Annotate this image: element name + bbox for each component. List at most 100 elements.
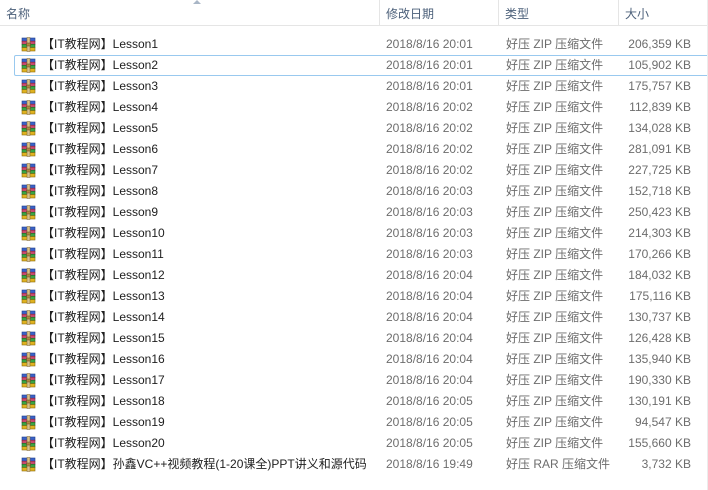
file-size: 170,266 KB (628, 247, 691, 261)
file-date: 2018/8/16 20:01 (386, 58, 473, 72)
file-type: 好压 ZIP 压缩文件 (506, 79, 604, 93)
file-date: 2018/8/16 20:01 (386, 79, 473, 93)
file-date: 2018/8/16 20:04 (386, 289, 473, 303)
file-row[interactable]: 【IT教程网】Lesson3 2018/8/16 20:01 好压 ZIP 压缩… (14, 76, 708, 97)
winrar-archive-icon (21, 121, 36, 136)
file-size: 175,757 KB (628, 79, 691, 93)
file-row[interactable]: 【IT教程网】Lesson17 2018/8/16 20:04 好压 ZIP 压… (14, 370, 708, 391)
column-header-bar: 名称 修改日期 类型 大小 (0, 0, 708, 26)
file-size: 126,428 KB (628, 331, 691, 345)
column-header-size[interactable]: 大小 (619, 0, 700, 25)
file-size: 184,032 KB (628, 268, 691, 282)
winrar-archive-icon (21, 394, 36, 409)
file-name: 【IT教程网】Lesson17 (42, 373, 165, 387)
file-row[interactable]: 【IT教程网】Lesson19 2018/8/16 20:05 好压 ZIP 压… (14, 412, 708, 433)
file-size: 135,940 KB (628, 352, 691, 366)
file-name: 【IT教程网】Lesson13 (42, 289, 165, 303)
winrar-archive-icon (21, 310, 36, 325)
file-name: 【IT教程网】Lesson19 (42, 415, 165, 429)
column-header-date[interactable]: 修改日期 (380, 0, 499, 25)
file-type: 好压 ZIP 压缩文件 (506, 373, 604, 387)
column-header-name[interactable]: 名称 (0, 0, 380, 25)
file-row[interactable]: 【IT教程网】Lesson7 2018/8/16 20:02 好压 ZIP 压缩… (14, 160, 708, 181)
winrar-archive-icon (21, 100, 36, 115)
winrar-archive-icon (21, 184, 36, 199)
file-type: 好压 ZIP 压缩文件 (506, 100, 604, 114)
file-name: 【IT教程网】Lesson12 (42, 268, 165, 282)
file-date: 2018/8/16 20:01 (386, 37, 473, 51)
file-row[interactable]: 【IT教程网】Lesson11 2018/8/16 20:03 好压 ZIP 压… (14, 244, 708, 265)
file-type: 好压 ZIP 压缩文件 (506, 352, 604, 366)
file-type: 好压 ZIP 压缩文件 (506, 268, 604, 282)
file-date: 2018/8/16 20:03 (386, 205, 473, 219)
file-size: 190,330 KB (628, 373, 691, 387)
file-row[interactable]: 【IT教程网】Lesson18 2018/8/16 20:05 好压 ZIP 压… (14, 391, 708, 412)
file-name: 【IT教程网】Lesson15 (42, 331, 165, 345)
winrar-archive-icon (21, 205, 36, 220)
file-size: 152,718 KB (628, 184, 691, 198)
winrar-archive-icon (21, 58, 36, 73)
file-type: 好压 ZIP 压缩文件 (506, 247, 604, 261)
file-size: 105,902 KB (628, 58, 691, 72)
file-row[interactable]: 【IT教程网】Lesson9 2018/8/16 20:03 好压 ZIP 压缩… (14, 202, 708, 223)
file-date: 2018/8/16 20:05 (386, 394, 473, 408)
file-name: 【IT教程网】Lesson3 (42, 79, 159, 93)
file-name: 【IT教程网】Lesson10 (42, 226, 165, 240)
file-type: 好压 ZIP 压缩文件 (506, 205, 604, 219)
winrar-archive-icon (21, 415, 36, 430)
file-name: 【IT教程网】Lesson16 (42, 352, 165, 366)
file-row[interactable]: 【IT教程网】Lesson16 2018/8/16 20:04 好压 ZIP 压… (14, 349, 708, 370)
file-row[interactable]: 【IT教程网】Lesson20 2018/8/16 20:05 好压 ZIP 压… (14, 433, 708, 454)
file-date: 2018/8/16 20:05 (386, 436, 473, 450)
file-row[interactable]: 【IT教程网】Lesson10 2018/8/16 20:03 好压 ZIP 压… (14, 223, 708, 244)
file-row[interactable]: 【IT教程网】Lesson14 2018/8/16 20:04 好压 ZIP 压… (14, 307, 708, 328)
winrar-archive-icon (21, 37, 36, 52)
file-name: 【IT教程网】Lesson1 (42, 37, 159, 51)
file-type: 好压 ZIP 压缩文件 (506, 394, 604, 408)
winrar-archive-icon (21, 331, 36, 346)
file-row[interactable]: 【IT教程网】Lesson1 2018/8/16 20:01 好压 ZIP 压缩… (14, 34, 708, 55)
file-size: 3,732 KB (641, 457, 691, 471)
file-type: 好压 ZIP 压缩文件 (506, 163, 604, 177)
file-row[interactable]: 【IT教程网】Lesson6 2018/8/16 20:02 好压 ZIP 压缩… (14, 139, 708, 160)
file-date: 2018/8/16 20:03 (386, 184, 473, 198)
file-type: 好压 RAR 压缩文件 (506, 457, 611, 471)
file-type: 好压 ZIP 压缩文件 (506, 184, 604, 198)
file-row[interactable]: 【IT教程网】Lesson15 2018/8/16 20:04 好压 ZIP 压… (14, 328, 708, 349)
file-date: 2018/8/16 20:04 (386, 352, 473, 366)
file-date: 2018/8/16 20:03 (386, 226, 473, 240)
file-size: 130,737 KB (628, 310, 691, 324)
file-row[interactable]: 【IT教程网】Lesson2 2018/8/16 20:01 好压 ZIP 压缩… (14, 55, 708, 76)
file-name: 【IT教程网】Lesson2 (42, 58, 159, 72)
file-row[interactable]: 【IT教程网】Lesson12 2018/8/16 20:04 好压 ZIP 压… (14, 265, 708, 286)
column-header-type[interactable]: 类型 (499, 0, 619, 25)
winrar-archive-icon (21, 247, 36, 262)
file-name: 【IT教程网】Lesson18 (42, 394, 165, 408)
file-size: 250,423 KB (628, 205, 691, 219)
file-size: 175,116 KB (629, 289, 691, 303)
winrar-archive-icon (21, 457, 36, 472)
file-size: 227,725 KB (628, 163, 691, 177)
file-type: 好压 ZIP 压缩文件 (506, 121, 604, 135)
file-type: 好压 ZIP 压缩文件 (506, 289, 604, 303)
file-size: 94,547 KB (634, 415, 691, 429)
file-row[interactable]: 【IT教程网】Lesson5 2018/8/16 20:02 好压 ZIP 压缩… (14, 118, 708, 139)
winrar-archive-icon (21, 268, 36, 283)
file-type: 好压 ZIP 压缩文件 (506, 436, 604, 450)
file-name: 【IT教程网】Lesson4 (42, 100, 159, 114)
file-row[interactable]: 【IT教程网】Lesson4 2018/8/16 20:02 好压 ZIP 压缩… (14, 97, 708, 118)
winrar-archive-icon (21, 436, 36, 451)
file-date: 2018/8/16 20:02 (386, 142, 473, 156)
file-name: 【IT教程网】Lesson8 (42, 184, 159, 198)
file-date: 2018/8/16 20:03 (386, 247, 473, 261)
file-date: 2018/8/16 20:05 (386, 415, 473, 429)
file-row[interactable]: 【IT教程网】孙鑫VC++视频教程(1-20课全)PPT讲义和源代码 2018/… (14, 454, 708, 475)
file-date: 2018/8/16 20:04 (386, 373, 473, 387)
file-row[interactable]: 【IT教程网】Lesson13 2018/8/16 20:04 好压 ZIP 压… (14, 286, 708, 307)
file-size: 281,091 KB (628, 142, 691, 156)
file-row[interactable]: 【IT教程网】Lesson8 2018/8/16 20:03 好压 ZIP 压缩… (14, 181, 708, 202)
winrar-archive-icon (21, 142, 36, 157)
file-type: 好压 ZIP 压缩文件 (506, 58, 604, 72)
sort-ascending-icon (193, 0, 201, 4)
file-name: 【IT教程网】孙鑫VC++视频教程(1-20课全)PPT讲义和源代码 (42, 457, 367, 471)
